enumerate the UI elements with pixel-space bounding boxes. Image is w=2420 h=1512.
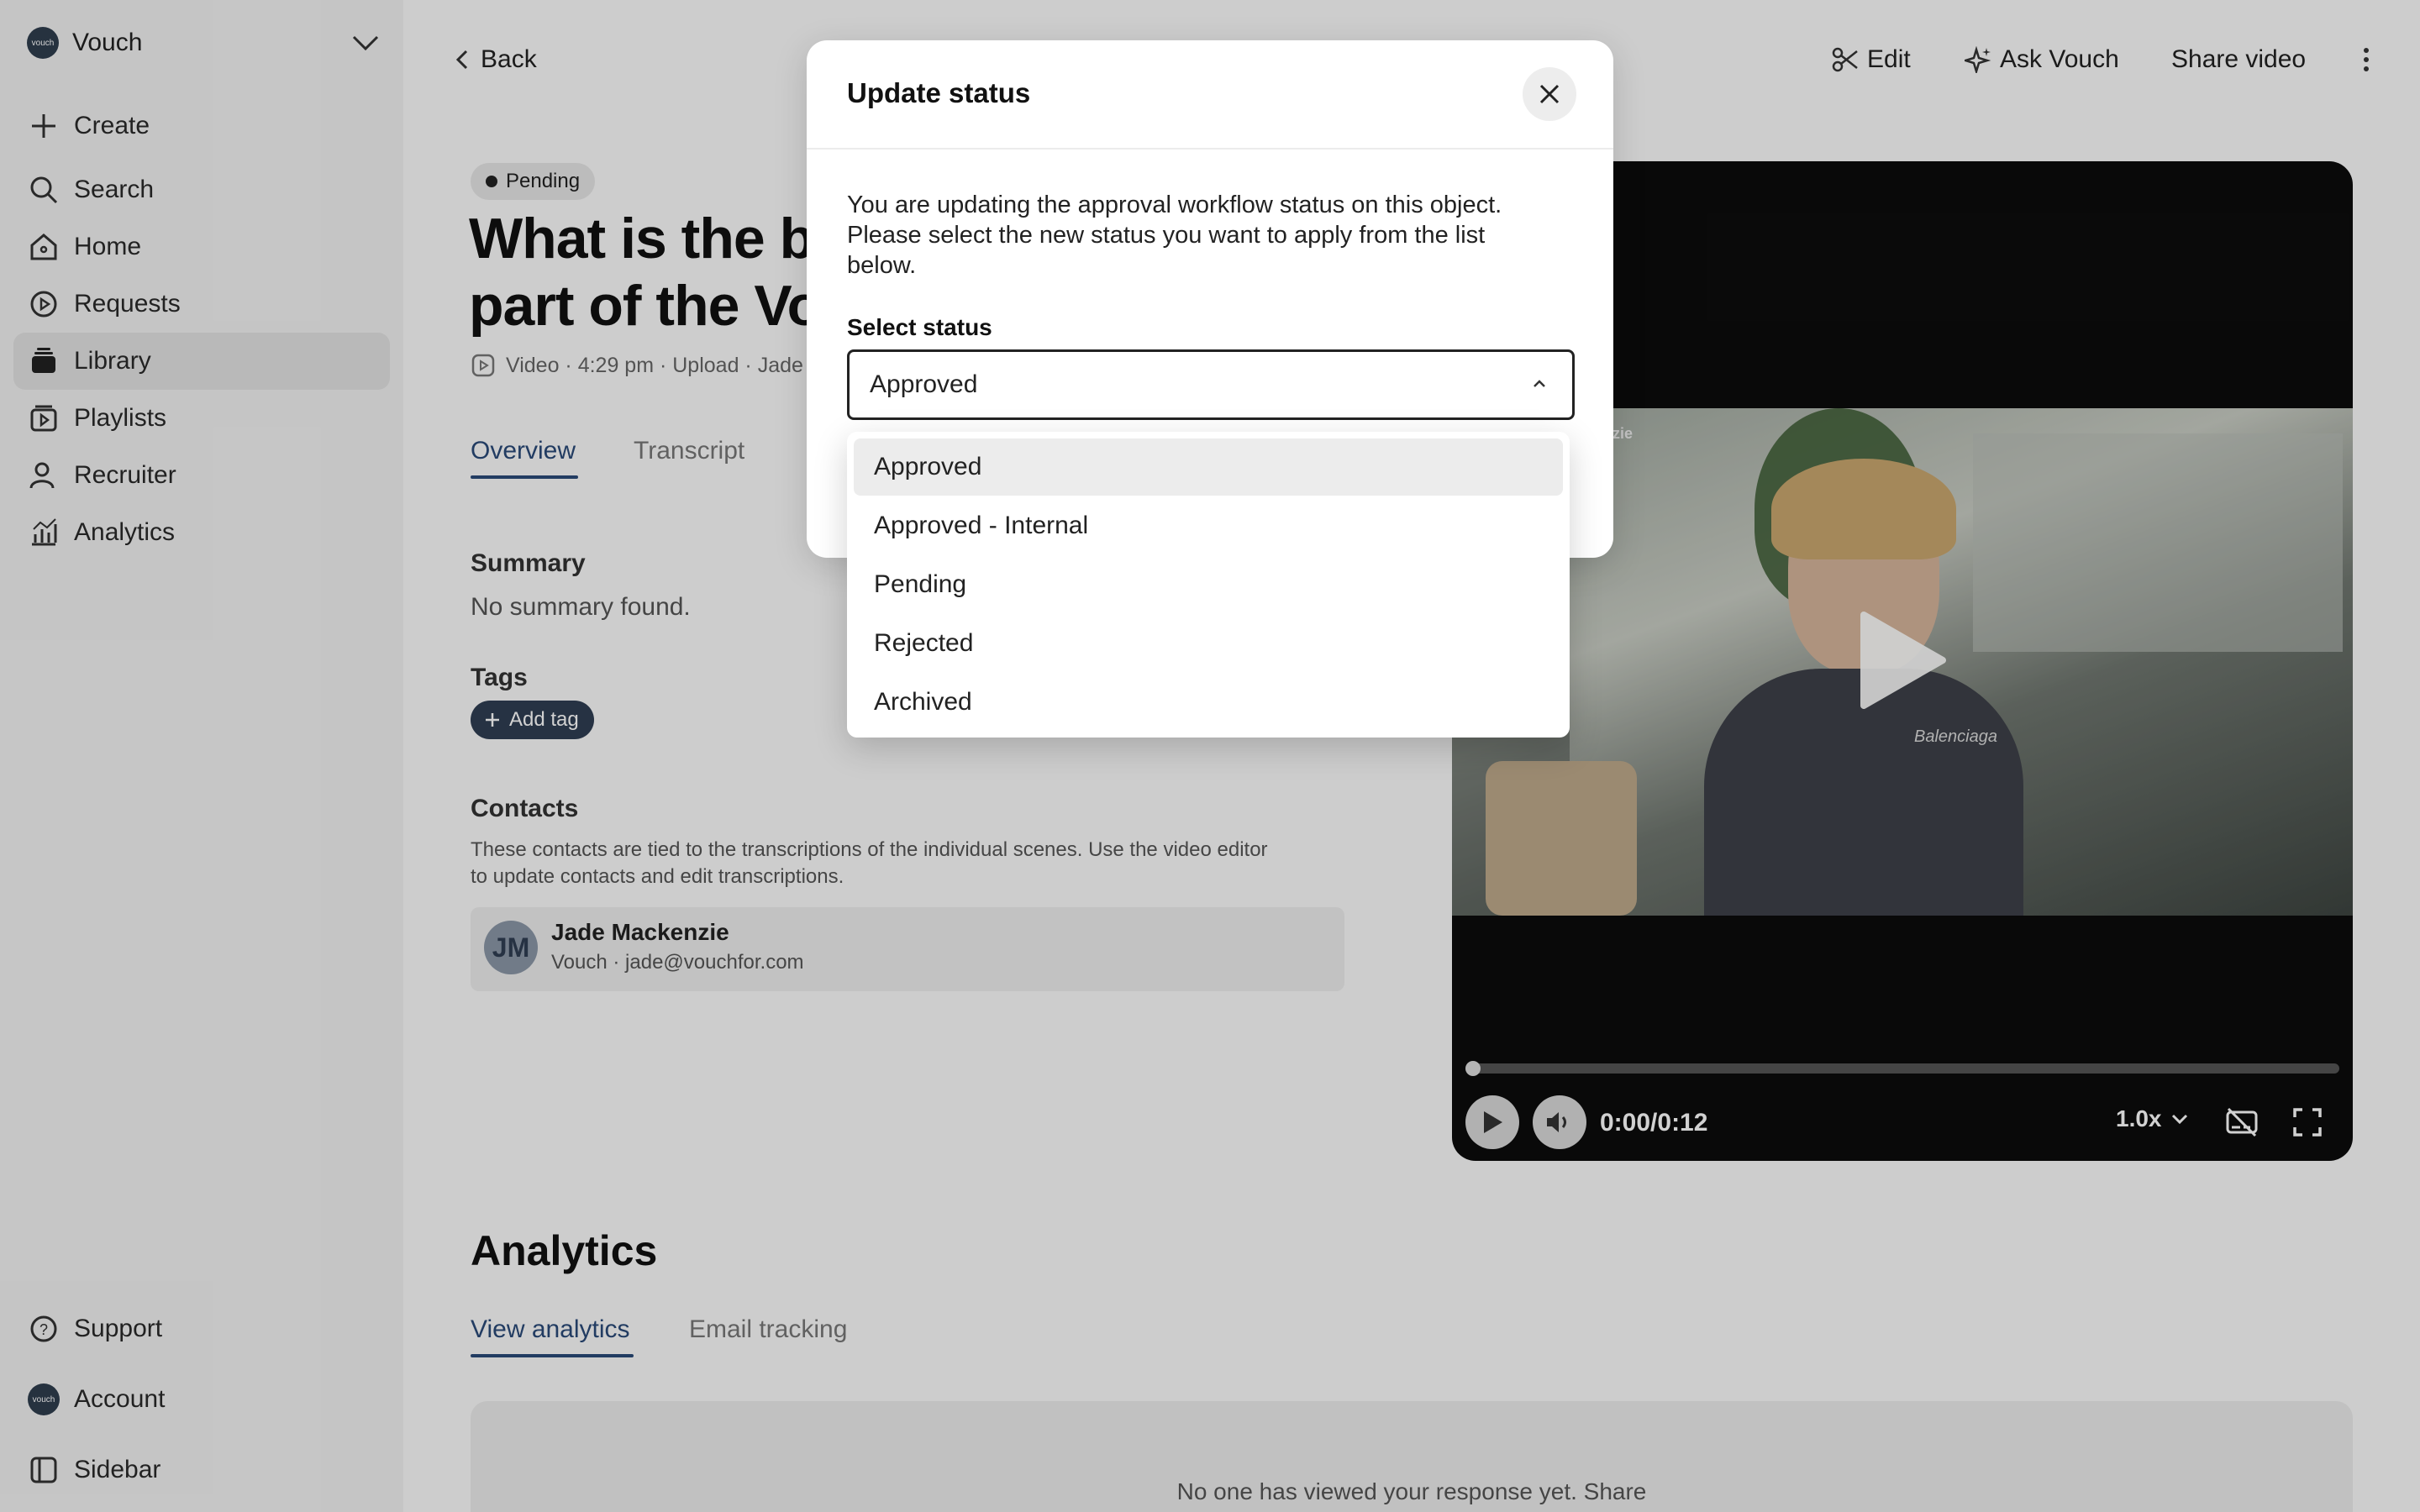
dialog-description: You are updating the approval workflow s…: [847, 190, 1502, 281]
dialog-divider: [807, 148, 1613, 150]
dialog-description-line: Please select the new status you want to…: [847, 222, 1486, 249]
status-option-pending[interactable]: Pending: [854, 556, 1563, 613]
select-status-label: Select status: [847, 314, 992, 340]
status-options-list: Approved Approved - Internal Pending Rej…: [847, 432, 1570, 738]
close-icon: [1539, 84, 1560, 104]
dialog-title: Update status: [847, 77, 1031, 108]
status-option-rejected[interactable]: Rejected: [854, 615, 1563, 672]
status-select-value: Approved: [870, 370, 978, 398]
close-button[interactable]: [1523, 67, 1576, 121]
status-option-label: Approved: [874, 453, 982, 480]
status-option-approved[interactable]: Approved: [854, 438, 1563, 496]
dialog-description-line: below.: [847, 252, 917, 279]
status-option-label: Approved - Internal: [874, 512, 1089, 539]
status-select[interactable]: Approved: [847, 349, 1575, 420]
chevron-up-icon: [1534, 380, 1545, 387]
dialog-description-line: You are updating the approval workflow s…: [847, 192, 1502, 218]
status-option-label: Rejected: [874, 629, 974, 657]
status-option-label: Pending: [874, 570, 967, 598]
status-option-label: Archived: [874, 688, 972, 716]
status-option-archived[interactable]: Archived: [854, 674, 1563, 731]
status-option-approved-internal[interactable]: Approved - Internal: [854, 497, 1563, 554]
